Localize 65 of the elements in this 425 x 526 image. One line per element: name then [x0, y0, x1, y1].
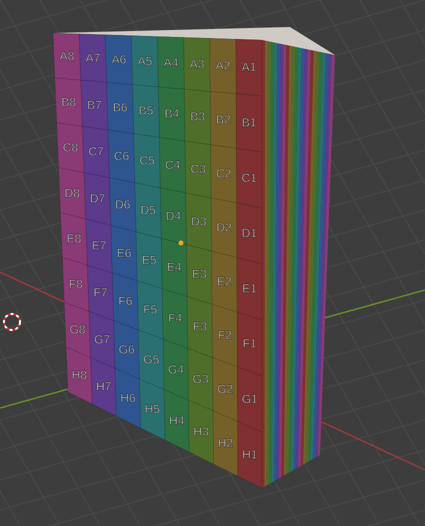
cell-label: B8 [61, 94, 76, 109]
cell-label: F7 [94, 286, 108, 300]
cell-label: F2 [218, 328, 232, 342]
origin-dot [178, 240, 184, 246]
cell-label: A3 [190, 57, 204, 72]
cell-label: E1 [242, 281, 257, 296]
cell-label: D2 [216, 220, 232, 234]
cell-label: G3 [192, 372, 208, 386]
cell-label: B2 [216, 112, 231, 127]
cell-label: H5 [144, 402, 160, 416]
cell-label: C8 [62, 140, 78, 154]
cell-label: C1 [242, 170, 257, 185]
cell-label: C6 [114, 149, 130, 164]
cell-label: E7 [92, 238, 106, 253]
cell-label: C4 [164, 158, 180, 172]
cell-label: G7 [94, 332, 110, 347]
cell-label: E6 [116, 246, 132, 260]
cell-label: D7 [90, 192, 106, 206]
cell-label: F1 [242, 336, 257, 351]
cell-label: E3 [192, 267, 207, 282]
cell-label: H8 [72, 368, 87, 382]
cell-label: E8 [66, 232, 82, 246]
cell-label: H3 [193, 424, 209, 439]
cell-label: A6 [112, 52, 126, 66]
cell-label: G8 [69, 322, 86, 337]
cell-label: A1 [242, 60, 256, 74]
cell-label: F5 [143, 302, 158, 317]
cell-label: G6 [118, 342, 135, 356]
cell-label: F3 [192, 320, 207, 334]
cell-label: D8 [64, 186, 80, 200]
cell-label: A4 [164, 56, 178, 70]
cell-label: B1 [242, 116, 256, 130]
cell-label: H4 [169, 413, 184, 428]
cell-label: H1 [242, 447, 258, 462]
cell-label: D5 [140, 203, 156, 218]
cell-label: B3 [190, 110, 205, 124]
cell-label: B7 [87, 98, 102, 112]
cell-label: F6 [118, 294, 132, 308]
cell-label: A2 [216, 58, 230, 73]
cell-label: C2 [216, 166, 232, 180]
cell-label: D6 [115, 197, 130, 212]
cell-label: G2 [217, 382, 234, 396]
cell-label: B4 [164, 106, 180, 121]
cell-label: D4 [166, 208, 182, 223]
cell-label: A7 [86, 50, 100, 65]
cell-label: E2 [217, 274, 232, 288]
cell-label: F8 [68, 277, 83, 292]
cell-label: B5 [138, 104, 154, 118]
cell-label: H7 [96, 380, 112, 394]
cell-label: F4 [168, 311, 182, 326]
cell-label: A5 [138, 54, 152, 68]
cell-label: H2 [218, 436, 234, 450]
cell-label: A8 [60, 49, 74, 64]
cell-label: G1 [242, 392, 258, 406]
3d-cursor-icon [3, 313, 21, 331]
cell-label: E5 [142, 252, 157, 267]
cell-label: E4 [166, 260, 182, 274]
cell-label: H6 [120, 390, 136, 405]
cell-label: C7 [88, 144, 104, 159]
cell-label: G5 [143, 352, 160, 366]
cell-label: D3 [191, 214, 206, 229]
cell-label: C5 [139, 153, 155, 168]
cell-label: C3 [190, 162, 206, 176]
cell-label: B6 [112, 100, 128, 115]
cell-label: G4 [168, 362, 184, 376]
